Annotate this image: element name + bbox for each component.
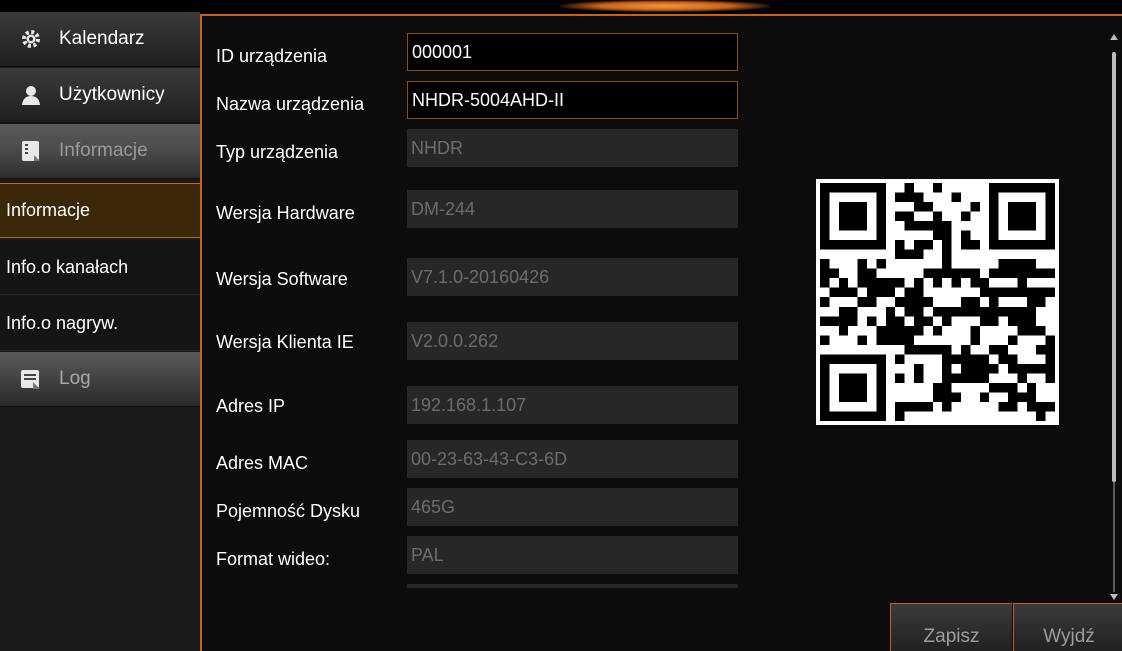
exit-button[interactable]: Wyjdź — [1013, 603, 1122, 651]
sidebar-item-label: Log — [59, 368, 91, 389]
mac-address-field: 00-23-63-43-C3-6D — [407, 440, 738, 478]
scrollbar[interactable] — [1108, 32, 1119, 600]
user-icon — [20, 84, 42, 106]
software-version-field: V7.1.0-20160426 — [407, 258, 738, 296]
ip-address-field: 192.168.1.107 — [407, 386, 738, 424]
device-id-label: ID urządzenia — [216, 46, 328, 66]
info-panel: ID urządzenia 000001 Nazwa urządzenia NH… — [200, 14, 1122, 651]
hardware-version-label: Wersja Hardware — [216, 203, 355, 223]
sidebar-item-uzytkownicy[interactable]: Użytkownicy — [0, 68, 200, 123]
scroll-up-arrow-icon[interactable] — [1109, 32, 1119, 42]
ip-address-label: Adres IP — [216, 396, 286, 416]
next-field-edge — [407, 584, 738, 588]
info-book-icon — [20, 140, 42, 162]
hardware-version-field: DM-244 — [407, 190, 738, 228]
scrollbar-thumb[interactable] — [1112, 52, 1116, 482]
device-type-label: Typ urządzenia — [216, 142, 339, 162]
ie-client-version-label: Wersja Klienta IE — [216, 332, 354, 352]
save-button[interactable]: Zapisz — [890, 603, 1012, 651]
sidebar: Kalendarz Użytkownicy Informacje Informa… — [0, 12, 200, 651]
sidebar-subitem-label: Info.o kanałach — [6, 256, 129, 277]
scroll-down-arrow-icon[interactable] — [1109, 592, 1119, 602]
mac-address-label: Adres MAC — [216, 453, 309, 473]
ie-client-version-field: V2.0.0.262 — [407, 322, 738, 360]
device-name-label: Nazwa urządzenia — [216, 94, 365, 114]
disk-capacity-field: 465G — [407, 488, 738, 526]
scrollbar-track[interactable] — [1113, 482, 1115, 592]
sidebar-item-informacje[interactable]: Informacje — [0, 124, 200, 179]
sidebar-subitem-label: Info.o nagryw. — [6, 312, 119, 333]
top-accent-glow — [560, 0, 770, 12]
software-version-label: Wersja Software — [216, 269, 348, 289]
disk-capacity-label: Pojemność Dysku — [216, 501, 361, 521]
sidebar-item-label: Kalendarz — [59, 28, 145, 49]
video-format-field: PAL — [407, 536, 738, 574]
device-type-field: NHDR — [407, 129, 738, 167]
device-name-field[interactable]: NHDR-5004AHD-II — [407, 81, 738, 119]
sidebar-subitem-label: Informacje — [6, 200, 91, 220]
sidebar-item-kalendarz[interactable]: Kalendarz — [0, 12, 200, 67]
sidebar-subitem-info-kanalach[interactable]: Info.o kanałach — [0, 240, 200, 295]
qr-code — [816, 179, 1059, 425]
sidebar-subitem-informacje[interactable]: Informacje — [0, 183, 200, 238]
video-format-label: Format wideo: — [216, 549, 331, 569]
sidebar-item-label: Użytkownicy — [59, 84, 165, 105]
sidebar-item-log[interactable]: Log — [0, 352, 200, 407]
device-id-field[interactable]: 000001 — [407, 33, 738, 71]
log-list-icon — [20, 368, 42, 390]
sidebar-subitem-info-nagryw[interactable]: Info.o nagryw. — [0, 296, 200, 351]
sidebar-item-label: Informacje — [59, 140, 148, 161]
gear-icon — [20, 28, 42, 50]
